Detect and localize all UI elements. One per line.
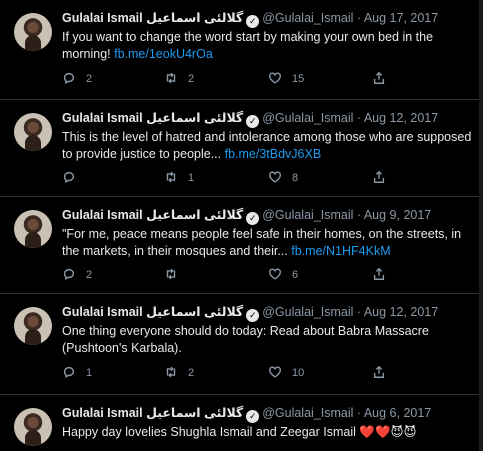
reply-icon <box>63 268 75 281</box>
retweet-button[interactable] <box>164 267 188 283</box>
author-name[interactable]: Gulalai Ismail گلالئی اسماعیل <box>62 208 243 222</box>
reply-icon <box>63 171 75 184</box>
avatar[interactable] <box>14 307 52 345</box>
share-icon <box>373 170 385 183</box>
heart-icon <box>269 366 281 378</box>
tweet-date[interactable]: Aug 12, 2017 <box>364 111 438 125</box>
retweet-icon <box>166 72 176 84</box>
tweet-actions: 1 8 <box>62 170 422 186</box>
share-button[interactable] <box>372 71 386 87</box>
tweet-date[interactable]: Aug 12, 2017 <box>364 305 438 319</box>
like-button[interactable]: 10 <box>268 365 304 381</box>
tweet-text: "For me, peace means people feel safe in… <box>62 226 472 259</box>
tweet-date[interactable]: Aug 17, 2017 <box>364 11 438 25</box>
tweet-header: Gulalai Ismail گلالئی اسماعیل ✓ @Gulalai_I… <box>62 406 432 423</box>
tweet-item[interactable]: Gulalai Ismail گلالئی اسماعیل ✓ @Gulalai_I… <box>0 197 479 294</box>
reply-icon <box>63 72 75 85</box>
author-handle[interactable]: @Gulalai_Ismail <box>262 11 353 25</box>
tweet-header: Gulalai Ismail گلالئی اسماعیل ✓ @Gulalai_I… <box>62 305 439 322</box>
tweet-item[interactable]: Gulalai Ismail گلالئی اسماعیل ✓ @Gulalai_I… <box>0 100 479 197</box>
heart-icon <box>269 268 281 280</box>
tweet-actions: 2 6 <box>62 267 422 283</box>
share-button[interactable] <box>372 267 386 283</box>
author-handle[interactable]: @Gulalai_Ismail <box>262 111 353 125</box>
share-icon <box>373 365 385 378</box>
retweet-count: 2 <box>188 367 195 379</box>
reply-button[interactable] <box>62 170 86 186</box>
heart-icon <box>269 171 281 183</box>
like-button[interactable]: 8 <box>268 170 298 186</box>
reply-count: 1 <box>86 367 93 379</box>
retweet-count: 2 <box>188 73 195 85</box>
tweet-text: This is the level of hatred and intolera… <box>62 129 472 162</box>
tweet-text-content: "For me, peace means people feel safe in… <box>62 227 462 258</box>
reply-button[interactable]: 2 <box>62 267 92 283</box>
reply-button[interactable]: 1 <box>62 365 92 381</box>
tweet-text-content: Happy day lovelies Shughla Ismail and Ze… <box>62 425 417 439</box>
retweet-icon <box>166 268 176 280</box>
tweet-actions: 1 2 10 <box>62 365 422 381</box>
tweet-link[interactable]: fb.me/1eokU4rOa <box>114 47 213 61</box>
tweet-text: Happy day lovelies Shughla Ismail and Ze… <box>62 424 472 441</box>
tweet-header: Gulalai Ismail گلالئی اسماعیل ✓ @Gulalai_I… <box>62 208 432 225</box>
author-handle[interactable]: @Gulalai_Ismail <box>262 406 353 420</box>
tweet-link[interactable]: fb.me/3tBdvJ6XB <box>225 147 322 161</box>
reply-icon <box>63 366 75 379</box>
author-handle[interactable]: @Gulalai_Ismail <box>262 305 353 319</box>
share-icon <box>373 267 385 280</box>
share-button[interactable] <box>372 365 386 381</box>
author-handle[interactable]: @Gulalai_Ismail <box>262 208 353 222</box>
like-button[interactable]: 15 <box>268 71 304 87</box>
avatar[interactable] <box>14 210 52 248</box>
reply-button[interactable]: 2 <box>62 71 92 87</box>
tweet-item[interactable]: Gulalai Ismail گلالئی اسماعیل ✓ @Gulalai_I… <box>0 0 479 100</box>
tweet-item[interactable]: Gulalai Ismail گلالئی اسماعیل ✓ @Gulalai_I… <box>0 294 479 395</box>
tweet-text: If you want to change the word start by … <box>62 29 472 62</box>
like-button[interactable]: 6 <box>268 267 298 283</box>
retweet-icon <box>166 366 176 378</box>
retweet-button[interactable]: 1 <box>164 170 194 186</box>
tweet-text-content: One thing everyone should do today: Read… <box>62 324 429 355</box>
retweet-icon <box>166 171 176 183</box>
like-count: 6 <box>292 269 299 281</box>
tweet-text: One thing everyone should do today: Read… <box>62 323 472 356</box>
tweet-header: Gulalai Ismail گلالئی اسماعیل ✓ @Gulalai_I… <box>62 11 439 28</box>
heart-icon <box>269 72 281 84</box>
retweet-button[interactable]: 2 <box>164 71 194 87</box>
verified-badge-icon: ✓ <box>246 410 260 423</box>
retweet-button[interactable]: 2 <box>164 365 194 381</box>
tweet-actions: 2 2 15 <box>62 71 422 87</box>
scrollbar[interactable] <box>479 0 483 451</box>
avatar[interactable] <box>14 113 52 151</box>
verified-badge-icon: ✓ <box>246 212 260 225</box>
author-name[interactable]: Gulalai Ismail گلالئی اسماعیل <box>62 11 243 25</box>
tweet-feed: Gulalai Ismail گلالئی اسماعیل ✓ @Gulalai_I… <box>0 0 479 451</box>
share-button[interactable] <box>372 170 386 186</box>
verified-badge-icon: ✓ <box>246 309 260 322</box>
tweet-link[interactable]: fb.me/N1HF4KkM <box>291 244 390 258</box>
avatar[interactable] <box>14 408 52 446</box>
like-count: 15 <box>292 73 305 85</box>
tweet-date[interactable]: Aug 6, 2017 <box>364 406 431 420</box>
author-name[interactable]: Gulalai Ismail گلالئی اسماعیل <box>62 111 243 125</box>
author-name[interactable]: Gulalai Ismail گلالئی اسماعیل <box>62 406 243 420</box>
verified-badge-icon: ✓ <box>246 115 260 128</box>
tweet-header: Gulalai Ismail گلالئی اسماعیل ✓ @Gulalai_I… <box>62 111 439 128</box>
avatar[interactable] <box>14 13 52 51</box>
tweet-item[interactable]: Gulalai Ismail گلالئی اسماعیل ✓ @Gulalai_I… <box>0 395 479 451</box>
tweet-date[interactable]: Aug 9, 2017 <box>364 208 431 222</box>
like-count: 10 <box>292 367 305 379</box>
verified-badge-icon: ✓ <box>246 15 260 28</box>
reply-count: 2 <box>86 269 93 281</box>
like-count: 8 <box>292 172 299 184</box>
retweet-count: 1 <box>188 172 195 184</box>
author-name[interactable]: Gulalai Ismail گلالئی اسماعیل <box>62 305 243 319</box>
share-icon <box>373 71 385 84</box>
reply-count: 2 <box>86 73 93 85</box>
